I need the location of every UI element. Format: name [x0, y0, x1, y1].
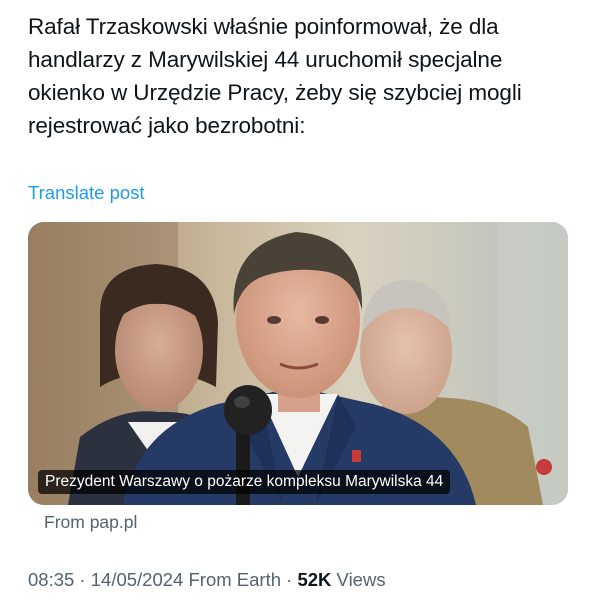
translate-post-link[interactable]: Translate post: [28, 182, 145, 204]
card-caption: Prezydent Warszawy o pożarze kompleksu M…: [38, 470, 451, 494]
post-time[interactable]: 08:35: [28, 569, 74, 590]
card-photo: [28, 222, 568, 505]
post-meta: 08:35 · 14/05/2024 From Earth · 52K View…: [28, 569, 386, 591]
post-text: Rafał Trzaskowski właśnie poinformował, …: [28, 14, 522, 138]
link-card[interactable]: Prezydent Warszawy o pożarze kompleksu M…: [28, 222, 568, 505]
post-location: From Earth: [183, 569, 282, 590]
views-label: Views: [331, 569, 386, 590]
meta-separator: ·: [281, 569, 298, 590]
meta-separator: ·: [74, 569, 91, 590]
post-date[interactable]: 14/05/2024: [91, 569, 184, 590]
card-source-link[interactable]: From pap.pl: [44, 512, 137, 533]
views-count: 52K: [297, 569, 332, 590]
